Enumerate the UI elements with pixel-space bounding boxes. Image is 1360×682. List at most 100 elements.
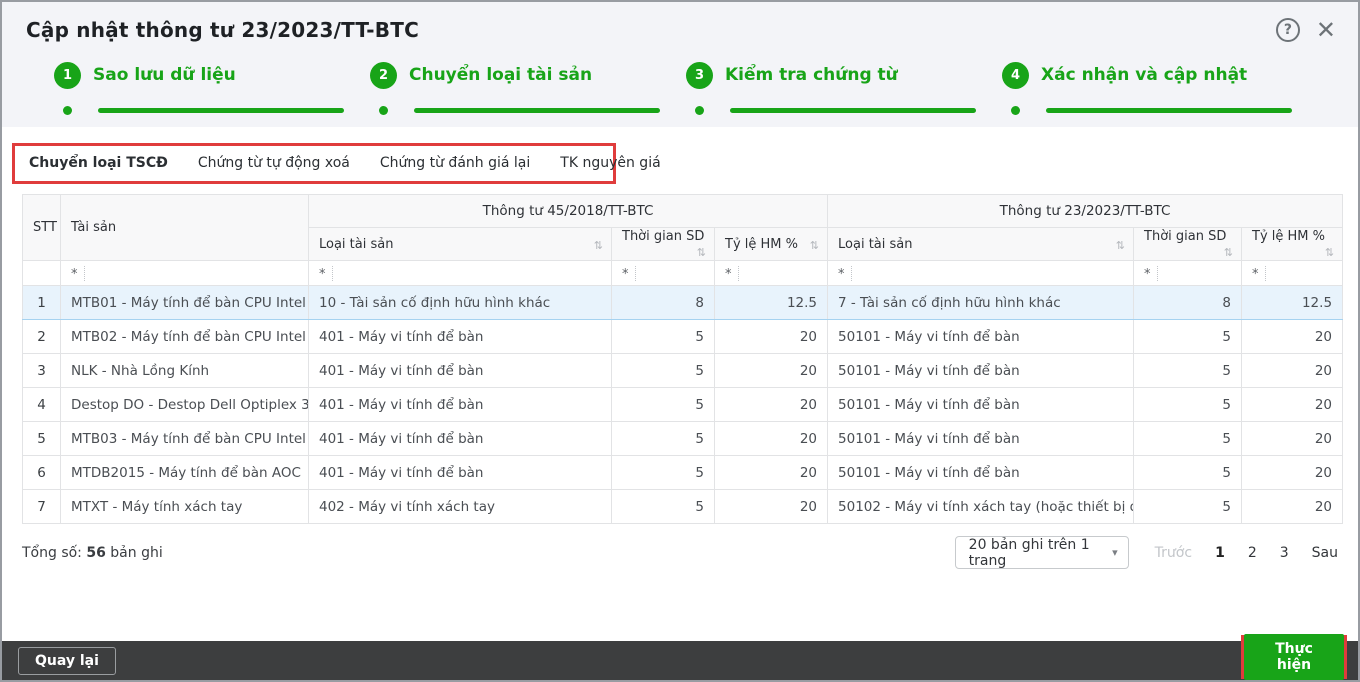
table-row[interactable]: 2 MTB02 - Máy tính để bàn CPU Intel Core… xyxy=(22,319,1344,354)
cell-old-type[interactable]: 401 - Máy vi tính để bàn xyxy=(308,421,612,456)
page-number-1[interactable]: 1 xyxy=(1215,545,1225,561)
cell-new-rate[interactable]: 20 xyxy=(1241,353,1344,388)
cell-new-duration[interactable]: 5 xyxy=(1133,455,1243,490)
sort-icon[interactable]: ⇅ xyxy=(810,239,819,252)
cell-new-duration[interactable]: 5 xyxy=(1133,387,1243,422)
cell-old-rate[interactable]: 20 xyxy=(713,387,829,422)
execute-button[interactable]: Thực hiện xyxy=(1244,634,1344,680)
cell-new-duration[interactable]: 8 xyxy=(1133,285,1243,320)
filter-operator[interactable]: * xyxy=(61,265,84,282)
filter-operator[interactable]: * xyxy=(1242,265,1265,282)
filter-cell-new-rate[interactable]: * xyxy=(1241,260,1344,286)
cell-old-type[interactable]: 401 - Máy vi tính để bàn xyxy=(308,387,612,422)
col-header-old-rate[interactable]: Tỷ lệ HM % ⇅ xyxy=(713,227,829,261)
table-row[interactable]: 6 MTDB2015 - Máy tính để bàn AOC 401 - M… xyxy=(22,455,1344,490)
cell-old-type[interactable]: 401 - Máy vi tính để bàn xyxy=(308,455,612,490)
col-header-new-type[interactable]: Loại tài sản ⇅ xyxy=(827,227,1135,261)
cell-new-duration[interactable]: 5 xyxy=(1133,353,1243,388)
filter-operator[interactable]: * xyxy=(1134,265,1157,282)
table-row[interactable]: 5 MTB03 - Máy tính để bàn CPU Intel Cor.… xyxy=(22,421,1344,456)
prev-page-button[interactable]: Trước xyxy=(1155,545,1192,561)
table-row[interactable]: 1 MTB01 - Máy tính để bàn CPU Intel Core… xyxy=(22,285,1344,320)
help-icon[interactable]: ? xyxy=(1275,18,1300,42)
col-header-old-type[interactable]: Loại tài sản ⇅ xyxy=(308,227,612,261)
cell-old-duration[interactable]: 8 xyxy=(611,285,715,320)
cell-new-rate[interactable]: 12.5 xyxy=(1241,285,1344,320)
cell-old-rate[interactable]: 20 xyxy=(713,455,829,490)
filter-cell-new-duration[interactable]: * xyxy=(1133,260,1243,286)
sort-icon[interactable]: ⇅ xyxy=(1325,246,1334,259)
cell-old-rate[interactable]: 20 xyxy=(713,319,829,354)
tab-chung-tu-tu-dong-xoa[interactable]: Chứng từ tự động xoá xyxy=(198,155,350,171)
cell-old-duration[interactable]: 5 xyxy=(611,455,715,490)
table-row[interactable]: 7 MTXT - Máy tính xách tay 402 - Máy vi … xyxy=(22,489,1344,524)
filter-cell-new-type[interactable]: * xyxy=(827,260,1135,286)
cell-new-rate[interactable]: 20 xyxy=(1241,455,1344,490)
cell-old-duration[interactable]: 5 xyxy=(611,489,715,524)
cell-asset[interactable]: MTB03 - Máy tính để bàn CPU Intel Cor... xyxy=(60,421,309,456)
cell-new-duration[interactable]: 5 xyxy=(1133,421,1243,456)
page-number-2[interactable]: 2 xyxy=(1248,545,1257,561)
filter-cell-old-rate[interactable]: * xyxy=(713,260,829,286)
cell-stt[interactable]: 2 xyxy=(22,319,61,354)
cell-asset[interactable]: MTB01 - Máy tính để bàn CPU Intel Core..… xyxy=(60,285,309,320)
filter-operator[interactable]: * xyxy=(612,265,635,282)
table-row[interactable]: 3 NLK - Nhà Lồng Kính 401 - Máy vi tính … xyxy=(22,353,1344,388)
cell-old-duration[interactable]: 5 xyxy=(611,319,715,354)
cell-old-type[interactable]: 10 - Tài sản cố định hữu hình khác xyxy=(308,285,612,320)
close-icon[interactable]: ✕ xyxy=(1316,18,1336,42)
cell-stt[interactable]: 3 xyxy=(22,353,61,388)
cell-new-rate[interactable]: 20 xyxy=(1241,387,1344,422)
cell-stt[interactable]: 4 xyxy=(22,387,61,422)
tab-chung-tu-danh-gia-lai[interactable]: Chứng từ đánh giá lại xyxy=(380,155,530,171)
filter-cell-old-type[interactable]: * xyxy=(308,260,612,286)
sort-icon[interactable]: ⇅ xyxy=(1116,239,1125,252)
cell-new-rate[interactable]: 20 xyxy=(1241,489,1344,524)
cell-old-rate[interactable]: 20 xyxy=(713,353,829,388)
cell-new-duration[interactable]: 5 xyxy=(1133,319,1243,354)
cell-new-type[interactable]: 50101 - Máy vi tính để bàn xyxy=(827,319,1135,354)
col-header-new-duration[interactable]: Thời gian SD ⇅ xyxy=(1133,227,1243,261)
cell-old-duration[interactable]: 5 xyxy=(611,387,715,422)
cell-new-type[interactable]: 50101 - Máy vi tính để bàn xyxy=(827,353,1135,388)
filter-cell-asset[interactable]: * xyxy=(60,260,309,286)
back-button[interactable]: Quay lại xyxy=(18,646,116,675)
cell-asset[interactable]: Destop DO - Destop Dell Optiplex 3020... xyxy=(60,387,309,422)
cell-asset[interactable]: MTDB2015 - Máy tính để bàn AOC xyxy=(60,455,309,490)
page-number-3[interactable]: 3 xyxy=(1280,545,1289,561)
sort-icon[interactable]: ⇅ xyxy=(697,246,706,259)
cell-new-rate[interactable]: 20 xyxy=(1241,319,1344,354)
filter-operator[interactable]: * xyxy=(715,265,738,282)
tab-chuyen-loai-tscd[interactable]: Chuyển loại TSCĐ xyxy=(29,155,168,171)
col-header-new-rate[interactable]: Tỷ lệ HM % ⇅ xyxy=(1241,227,1344,261)
cell-old-type[interactable]: 401 - Máy vi tính để bàn xyxy=(308,319,612,354)
cell-asset[interactable]: MTXT - Máy tính xách tay xyxy=(60,489,309,524)
cell-old-rate[interactable]: 20 xyxy=(713,421,829,456)
filter-operator[interactable]: * xyxy=(828,265,851,282)
sort-icon[interactable]: ⇅ xyxy=(594,239,603,252)
cell-stt[interactable]: 1 xyxy=(22,285,61,320)
filter-cell-old-duration[interactable]: * xyxy=(611,260,715,286)
cell-new-rate[interactable]: 20 xyxy=(1241,421,1344,456)
cell-new-type[interactable]: 50101 - Máy vi tính để bàn xyxy=(827,387,1135,422)
cell-new-type[interactable]: 50102 - Máy vi tính xách tay (hoặc thiết… xyxy=(827,489,1135,524)
sort-icon[interactable]: ⇅ xyxy=(1224,246,1233,259)
cell-old-type[interactable]: 402 - Máy vi tính xách tay xyxy=(308,489,612,524)
cell-new-type[interactable]: 7 - Tài sản cố định hữu hình khác xyxy=(827,285,1135,320)
cell-old-type[interactable]: 401 - Máy vi tính để bàn xyxy=(308,353,612,388)
cell-new-type[interactable]: 50101 - Máy vi tính để bàn xyxy=(827,421,1135,456)
table-row[interactable]: 4 Destop DO - Destop Dell Optiplex 3020.… xyxy=(22,387,1344,422)
col-header-old-duration[interactable]: Thời gian SD ⇅ xyxy=(611,227,715,261)
tab-tk-nguyen-gia[interactable]: TK nguyên giá xyxy=(560,155,660,171)
cell-stt[interactable]: 7 xyxy=(22,489,61,524)
cell-stt[interactable]: 6 xyxy=(22,455,61,490)
cell-asset[interactable]: NLK - Nhà Lồng Kính xyxy=(60,353,309,388)
cell-new-type[interactable]: 50101 - Máy vi tính để bàn xyxy=(827,455,1135,490)
cell-stt[interactable]: 5 xyxy=(22,421,61,456)
cell-old-rate[interactable]: 20 xyxy=(713,489,829,524)
filter-operator[interactable]: * xyxy=(309,265,332,282)
cell-old-duration[interactable]: 5 xyxy=(611,353,715,388)
cell-old-duration[interactable]: 5 xyxy=(611,421,715,456)
cell-new-duration[interactable]: 5 xyxy=(1133,489,1243,524)
col-header-asset[interactable]: Tài sản xyxy=(60,194,309,261)
